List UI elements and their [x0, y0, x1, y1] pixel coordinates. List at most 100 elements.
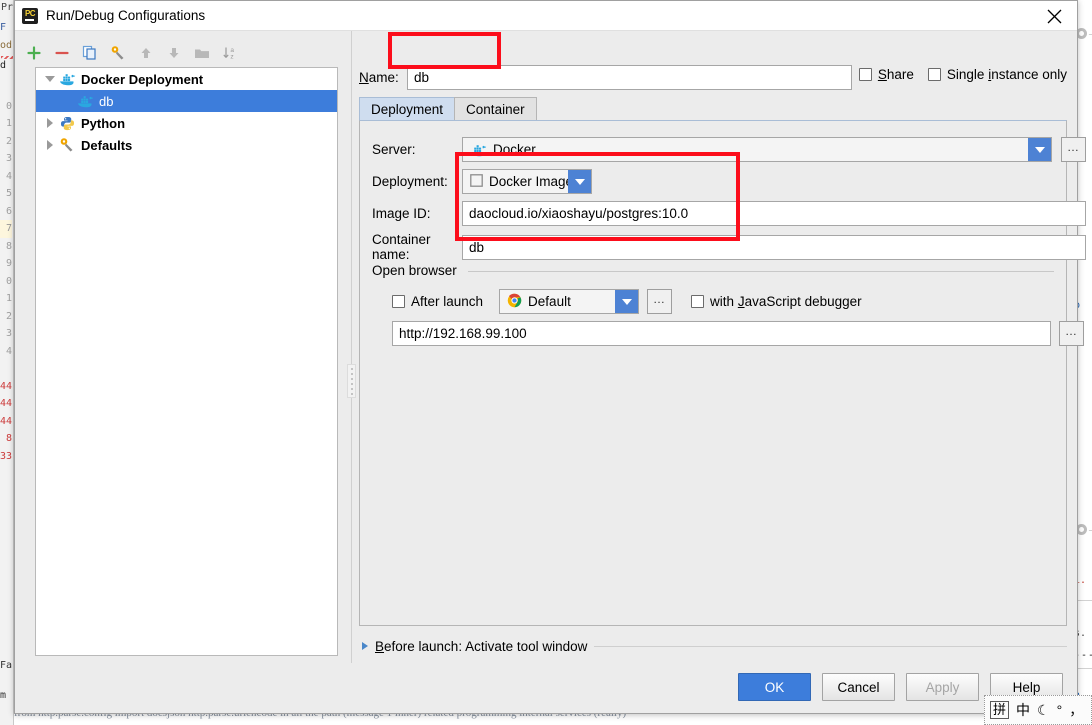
run-debug-configurations-dialog: PC Run/Debug Configurations a z Docker D… — [14, 0, 1086, 714]
editor-left-fragment: F — [0, 22, 7, 33]
dialog-footer: OK Cancel Apply Help — [15, 663, 1077, 713]
browser-browse-button[interactable]: … — [647, 289, 673, 314]
tree-item-defaults[interactable]: Defaults — [36, 134, 337, 156]
open-browser-group-rule — [468, 271, 1054, 272]
ime-language-bar[interactable]: 拼 中 ☾ ° ， — [984, 695, 1092, 725]
browser-combo[interactable]: Default — [499, 289, 640, 314]
tab-container[interactable]: Container — [454, 97, 537, 120]
chevron-right-icon[interactable] — [362, 642, 368, 650]
ime-comma-icon[interactable]: ， — [1069, 700, 1083, 720]
container-name-row: Container name: — [372, 232, 1086, 262]
pycharm-icon: PC — [22, 7, 38, 24]
deployment-combo[interactable]: Docker Image — [462, 169, 592, 194]
editor-left-fragment: d — [0, 60, 7, 71]
splitter-grip[interactable] — [347, 364, 356, 398]
image-icon — [470, 173, 483, 190]
after-launch-checkbox[interactable]: After launch — [392, 294, 483, 309]
server-row: Server: Docker … — [372, 137, 1086, 162]
configuration-editor-pane: Name: Share Single instance only Deploym… — [359, 31, 1086, 664]
editor-left-fragment: od — [0, 40, 13, 51]
dialog-title: Run/Debug Configurations — [46, 8, 206, 23]
js-debugger-label: with JavaScript debugger — [710, 294, 862, 309]
pane-splitter[interactable] — [345, 31, 359, 664]
deployment-tab-panel: Server: Docker … Deployment: Docker Imag… — [359, 120, 1086, 626]
checkbox-box[interactable] — [392, 295, 405, 308]
name-row-options: Share Single instance only — [858, 67, 1077, 82]
editor-left-fragment: Fa — [0, 660, 13, 671]
tree-item-db[interactable]: db — [36, 90, 337, 112]
before-launch-section[interactable]: Before launch: Activate tool window — [362, 636, 1067, 656]
container-name-label: Container name: — [372, 232, 431, 262]
server-combo-value-wrap: Docker — [463, 142, 1028, 157]
copy-configuration-button[interactable] — [79, 42, 101, 64]
sort-configurations-button[interactable]: a z — [219, 42, 241, 64]
checkbox-box[interactable] — [927, 68, 941, 81]
cancel-button[interactable]: Cancel — [822, 673, 895, 701]
chevron-down-icon[interactable] — [615, 290, 639, 313]
tree-toolbar: a z — [23, 39, 241, 67]
configurations-tree[interactable]: Docker Deployment db Python Defaults — [35, 67, 338, 656]
docker-icon — [76, 93, 94, 109]
browser-combo-value-wrap: Default — [500, 293, 615, 311]
editor-top-fragment: Pr — [1, 2, 14, 13]
chevron-right-icon[interactable] — [42, 115, 58, 131]
tree-item-label: Docker Deployment — [81, 71, 204, 87]
deployment-combo-value: Docker Image — [489, 174, 568, 189]
server-combo-value: Docker — [493, 142, 536, 157]
docker-icon — [470, 143, 487, 157]
ime-language[interactable]: 中 — [1016, 700, 1030, 720]
ime-mode-key[interactable]: 拼 — [990, 701, 1010, 719]
browser-url-input[interactable] — [392, 321, 1051, 346]
chrome-icon — [507, 293, 522, 311]
image-id-label: Image ID: — [372, 206, 431, 221]
tree-item-label: Defaults — [81, 137, 133, 153]
server-browse-button[interactable]: … — [1061, 137, 1086, 162]
server-combo[interactable]: Docker — [462, 137, 1052, 162]
server-label: Server: — [372, 142, 416, 157]
share-checkbox[interactable]: Share — [858, 67, 914, 82]
open-browser-group-label: Open browser — [372, 263, 463, 278]
apply-button[interactable]: Apply — [906, 673, 979, 701]
container-name-input[interactable] — [462, 234, 1086, 260]
checkbox-box[interactable] — [691, 295, 705, 308]
add-configuration-button[interactable] — [23, 42, 45, 64]
name-input[interactable] — [407, 65, 852, 90]
single-instance-label: Single instance only — [946, 67, 1067, 82]
before-launch-label: Before launch: Activate tool window — [375, 638, 588, 654]
before-launch-rule — [594, 645, 1067, 647]
svg-text:z: z — [230, 54, 233, 61]
move-into-folder-button[interactable] — [191, 42, 213, 64]
configurations-tree-pane: a z Docker Deployment db Python Defaults — [15, 31, 345, 664]
docker-icon — [58, 71, 76, 87]
editor-error-squiggle — [1, 56, 13, 59]
wrench-icon — [58, 137, 76, 153]
tab-deployment[interactable]: Deployment — [359, 97, 456, 120]
image-id-row: Image ID: — [372, 201, 1086, 226]
tree-item-python[interactable]: Python — [36, 112, 337, 134]
move-up-button[interactable] — [135, 42, 157, 64]
edit-templates-button[interactable] — [107, 42, 129, 64]
chevron-right-icon[interactable] — [42, 137, 58, 153]
deployment-combo-value-wrap: Docker Image — [463, 173, 568, 190]
editor-line-numbers: 01234 567890 1234 44 44 44 8 33 — [0, 100, 13, 462]
ime-degree-icon[interactable]: ° — [1057, 702, 1063, 718]
deployment-row: Deployment: Docker Image — [372, 169, 592, 194]
ok-button[interactable]: OK — [738, 673, 811, 701]
single-instance-only-checkbox[interactable]: Single instance only — [927, 67, 1067, 82]
checkbox-box[interactable] — [858, 68, 872, 81]
image-id-input[interactable] — [462, 201, 1086, 226]
chevron-down-icon[interactable] — [42, 71, 58, 87]
js-debugger-checkbox[interactable]: with JavaScript debugger — [691, 294, 862, 309]
chevron-down-icon[interactable] — [1028, 138, 1051, 161]
name-row: Name: — [359, 65, 852, 90]
chevron-down-icon[interactable] — [568, 170, 591, 193]
remove-configuration-button[interactable] — [51, 42, 73, 64]
open-browser-row: After launch Default … with JavaScript d… — [392, 289, 862, 314]
ime-moon-icon[interactable]: ☾ — [1037, 702, 1050, 719]
editor-left-fragment: m — [0, 690, 7, 701]
browser-url-browse-button[interactable]: … — [1059, 321, 1084, 346]
close-icon[interactable] — [1031, 1, 1077, 31]
move-down-button[interactable] — [163, 42, 185, 64]
python-icon — [58, 115, 76, 131]
tree-item-docker-deployment[interactable]: Docker Deployment — [36, 68, 337, 90]
